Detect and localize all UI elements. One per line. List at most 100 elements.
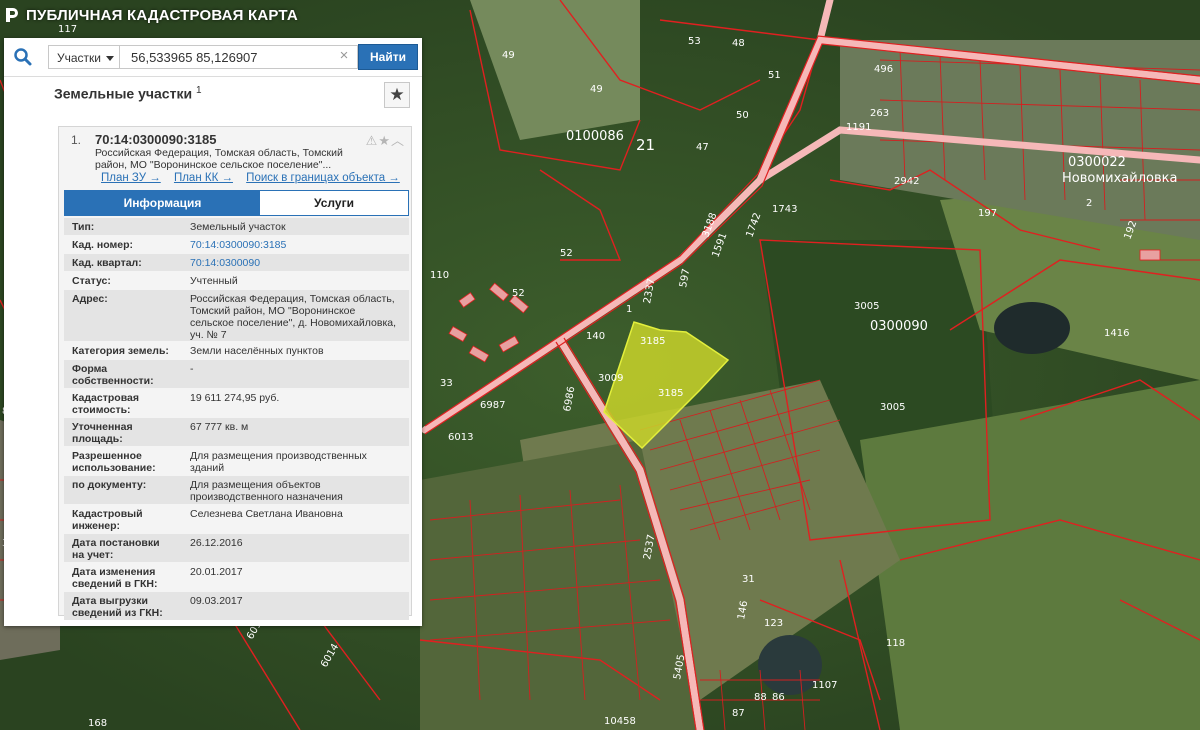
svg-text:50: 50: [736, 110, 749, 121]
info-value: Селезнева Светлана Ивановна: [190, 508, 402, 520]
favorites-button[interactable]: ★: [384, 82, 410, 108]
svg-text:3009: 3009: [598, 373, 623, 384]
info-key-line: инженер:: [72, 520, 121, 532]
info-value: Для размещения производственных зданий: [190, 450, 402, 474]
svg-text:110: 110: [430, 270, 449, 281]
info-row: Разрешенное использование: Для размещения …: [64, 447, 409, 475]
result-count: 1: [195, 85, 202, 96]
info-row: Дата выгрузки сведений из ГКН: 09.03.2017: [64, 592, 409, 620]
info-key: Кадастровая стоимость:: [72, 392, 182, 416]
warning-icon[interactable]: ⚠: [366, 133, 379, 148]
info-key: Дата изменения сведений в ГКН:: [72, 566, 182, 590]
svg-text:31: 31: [742, 574, 755, 585]
info-key-line: Тип:: [72, 221, 95, 233]
info-row: Кад. квартал: 70:14:0300090: [64, 254, 409, 271]
info-value-line: Селезнева Светлана Ивановна: [190, 508, 343, 520]
info-row: Категория земель: Земли населённых пункто…: [64, 342, 409, 359]
svg-text:Новомихайловка: Новомихайловка: [1062, 171, 1177, 186]
svg-text:87: 87: [732, 708, 745, 719]
svg-text:0300090: 0300090: [870, 319, 928, 334]
chevron-down-icon: [106, 56, 114, 61]
result-number: 1.: [71, 133, 82, 147]
svg-text:1107: 1107: [812, 680, 837, 691]
svg-text:21: 21: [636, 136, 655, 154]
svg-text:263: 263: [870, 108, 889, 119]
info-value: 09.03.2017: [190, 595, 402, 607]
info-key: Уточненная площадь:: [72, 421, 182, 445]
result-links: План ЗУ → План КК → Поиск в границах объ…: [101, 172, 410, 184]
svg-text:197: 197: [978, 208, 997, 219]
svg-text:1: 1: [626, 304, 632, 315]
svg-text:118: 118: [886, 638, 905, 649]
info-value: 26.12.2016: [190, 537, 402, 549]
info-key-line: Кад. номер:: [72, 239, 134, 251]
svg-text:52: 52: [560, 248, 573, 259]
plan-kk-link[interactable]: План КК →: [174, 172, 233, 184]
info-value: 20.01.2017: [190, 566, 402, 578]
info-key-line: Категория земель:: [72, 345, 169, 357]
tab-services[interactable]: Услуги: [260, 191, 408, 215]
object-type-value: Участки: [57, 51, 101, 65]
result-address-line: Российская Федерация, Томская область, Т…: [95, 147, 343, 159]
result-address-line: район, МО "Воронинское сельское поселени…: [95, 159, 332, 171]
info-key: Форма собственности:: [72, 363, 182, 387]
info-value-line: Томский район, МО "Воронинское: [190, 305, 356, 317]
info-key: Кад. квартал:: [72, 257, 182, 269]
info-value-line: 19 611 274,95 руб.: [190, 392, 280, 404]
info-key-line: Кадастровая: [72, 392, 139, 404]
info-key-line: Дата выгрузки: [72, 595, 148, 607]
tab-information[interactable]: Информация: [65, 191, 260, 215]
svg-text:496: 496: [874, 64, 893, 75]
info-key: Кад. номер:: [72, 239, 182, 251]
info-key: Тип:: [72, 221, 182, 233]
info-row: Дата постановки на учет: 26.12.2016: [64, 534, 409, 562]
info-key-line: стоимость:: [72, 404, 131, 416]
find-button[interactable]: Найти: [358, 44, 418, 70]
svg-text:3185: 3185: [640, 336, 665, 347]
search-icon[interactable]: [13, 47, 33, 67]
info-row: Кадастровая стоимость: 19 611 274,95 руб.: [64, 389, 409, 417]
info-value: Земельный участок: [190, 221, 402, 233]
svg-text:10458: 10458: [604, 716, 636, 727]
result-address: Российская Федерация, Томская область, Т…: [95, 147, 395, 171]
info-value-line: 70:14:0300090:3185: [190, 239, 287, 251]
info-value-line: Для размещения объектов: [190, 479, 321, 491]
object-type-select[interactable]: Участки: [48, 45, 120, 69]
chevron-up-icon[interactable]: ︿: [391, 133, 405, 148]
clear-icon[interactable]: ×: [336, 48, 352, 64]
svg-text:47: 47: [696, 142, 709, 153]
star-outline-icon[interactable]: ★: [378, 133, 391, 148]
search-in-bounds-link[interactable]: Поиск в границах объекта →: [246, 172, 400, 184]
plan-zu-link[interactable]: План ЗУ →: [101, 172, 161, 184]
info-value[interactable]: 70:14:0300090: [190, 257, 402, 269]
info-row: Форма собственности: -: [64, 360, 409, 388]
info-key-line: использование:: [72, 462, 156, 474]
search-input[interactable]: [120, 45, 358, 69]
star-icon: ★: [389, 85, 405, 104]
svg-text:52: 52: [512, 288, 525, 299]
info-value-line: производственного назначения: [190, 491, 343, 503]
result-cad-number[interactable]: 70:14:0300090:3185: [95, 132, 216, 147]
svg-text:6987: 6987: [480, 400, 505, 411]
svg-text:0300022: 0300022: [1068, 155, 1126, 170]
info-value-line: зданий: [190, 462, 225, 474]
svg-text:1743: 1743: [772, 204, 797, 215]
info-value-line: Российская Федерация, Томская область,: [190, 293, 395, 305]
info-value[interactable]: 70:14:0300090:3185: [190, 239, 402, 251]
svg-text:1191: 1191: [846, 122, 871, 133]
info-key-line: Дата изменения: [72, 566, 156, 578]
svg-text:168: 168: [88, 718, 107, 729]
svg-text:2942: 2942: [894, 176, 919, 187]
svg-text:86: 86: [772, 692, 785, 703]
svg-text:6013: 6013: [448, 432, 473, 443]
info-value-line: Учтенный: [190, 275, 238, 287]
svg-text:3185: 3185: [658, 388, 683, 399]
info-value: Для размещения объектов производственного…: [190, 479, 402, 503]
info-key-line: сведений в ГКН:: [72, 578, 158, 590]
info-value-line: уч. № 7: [190, 329, 227, 341]
info-value-line: Для размещения производственных: [190, 450, 367, 462]
result-card: 1. 70:14:0300090:3185 ⚠★︿ Российская Фед…: [58, 126, 412, 620]
info-key-line: Кадастровый: [72, 508, 143, 520]
svg-text:1416: 1416: [1104, 328, 1129, 339]
svg-text:33: 33: [440, 378, 453, 389]
